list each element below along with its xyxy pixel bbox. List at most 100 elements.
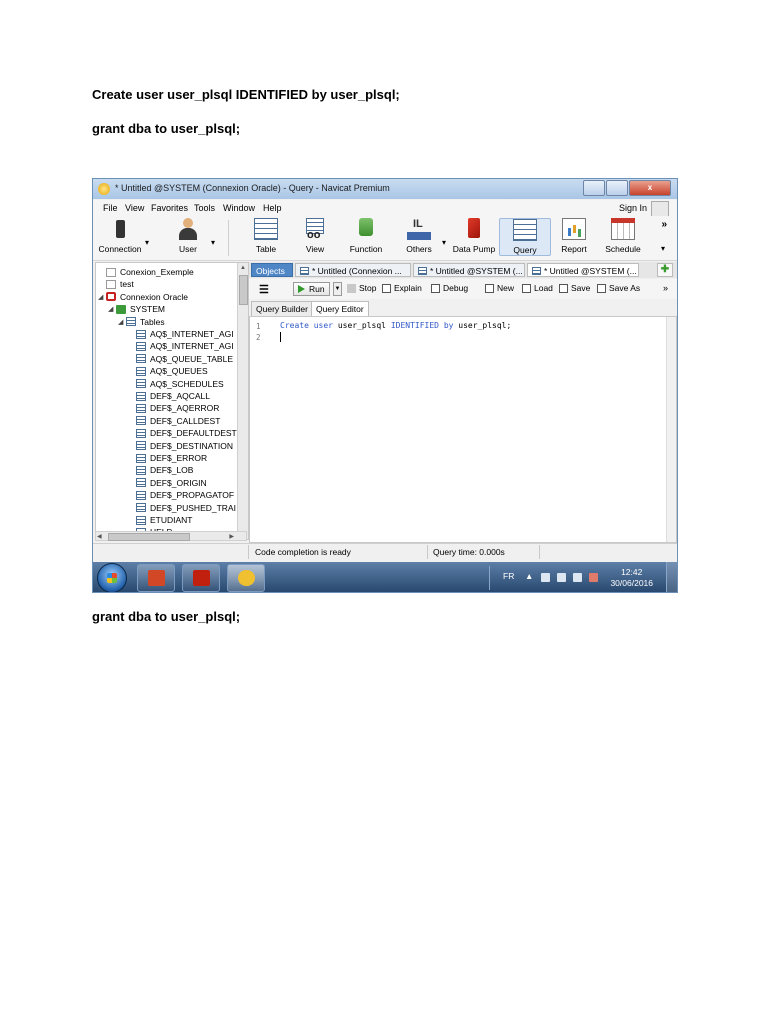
tree-item[interactable]: ETUDIANT [128, 514, 193, 526]
scroll-up-icon[interactable]: ▲ [240, 265, 246, 271]
scroll-left-icon[interactable]: ◀ [97, 533, 102, 540]
sign-in-link[interactable]: Sign In [619, 203, 647, 213]
debug-icon [431, 283, 440, 293]
expand-arrow-icon[interactable]: ◢ [118, 318, 126, 326]
tab-query-builder[interactable]: Query Builder [251, 301, 313, 316]
tray-separator [489, 566, 490, 590]
sql-code-line-1[interactable]: Create user user_plsql IDENTIFIED by use… [280, 321, 511, 330]
maximize-button[interactable] [606, 180, 628, 196]
others-dropdown-icon[interactable]: ▾ [442, 238, 446, 247]
toolbar-table-button[interactable]: Table [241, 218, 291, 254]
menu-window[interactable]: Window [223, 203, 255, 213]
toolbar-report-button[interactable]: Report [549, 218, 599, 254]
menu-file[interactable]: File [103, 203, 118, 213]
tab-objects[interactable]: Objects [251, 263, 293, 277]
save-as-button[interactable]: Save As [597, 283, 640, 293]
minimize-button[interactable] [583, 180, 605, 196]
tree-item[interactable]: DEF$_PROPAGATOF [128, 489, 234, 501]
toolbar-data-pump-button[interactable]: Data Pump [449, 218, 499, 254]
taskbar-navicat[interactable] [227, 564, 265, 592]
tree-item[interactable]: Conexion_Exemple [98, 266, 194, 278]
menu-help[interactable]: Help [263, 203, 282, 213]
taskbar-clock[interactable]: 12:42 30/06/2016 [610, 567, 653, 589]
tray-flag-icon[interactable] [541, 573, 550, 582]
status-code-completion: Code completion is ready [255, 547, 351, 557]
run-button[interactable]: Run [293, 282, 330, 296]
scrollbar-thumb[interactable] [239, 275, 248, 305]
tree-item[interactable]: DEF$_LOB [128, 464, 193, 476]
menu-favorites[interactable]: Favorites [151, 203, 188, 213]
sql-identifier: user_plsql; [458, 321, 512, 330]
language-indicator[interactable]: FR [503, 571, 514, 581]
stop-button[interactable]: Stop [347, 283, 377, 293]
tree-horizontal-scrollbar[interactable]: ◀ ▶ [95, 531, 247, 541]
tree-item[interactable]: ◢ Tables [118, 316, 165, 328]
tree-item[interactable]: AQ$_QUEUE_TABLE [128, 353, 233, 365]
tray-network-icon[interactable] [557, 573, 566, 582]
tree-item[interactable]: DEF$_PUSHED_TRAI [128, 502, 236, 514]
sql-keyword: by [443, 321, 454, 330]
explain-button[interactable]: Explain [382, 283, 422, 293]
close-button[interactable]: x [629, 180, 671, 196]
toolbar-query-button[interactable]: Query [499, 218, 551, 256]
tree-item[interactable]: AQ$_INTERNET_AGI [128, 328, 234, 340]
table-icon [136, 490, 146, 500]
connection-dropdown-icon[interactable]: ▾ [145, 238, 149, 247]
tree-item[interactable]: AQ$_SCHEDULES [128, 378, 224, 390]
run-dropdown-icon[interactable]: ▼ [333, 282, 342, 296]
table-icon [136, 453, 146, 463]
tab-untitled-connexion[interactable]: * Untitled (Connexion ... [295, 263, 411, 277]
scroll-right-icon[interactable]: ▶ [229, 533, 234, 540]
tree-item[interactable]: DEF$_AQCALL [128, 390, 210, 402]
taskbar-powerpoint[interactable] [137, 564, 175, 592]
show-desktop-button[interactable] [666, 562, 677, 592]
expand-arrow-icon[interactable]: ◢ [108, 305, 116, 313]
save-button[interactable]: Save [559, 283, 590, 293]
toolbar-overflow-icon[interactable]: ▾ [661, 244, 665, 253]
expand-arrow-icon[interactable]: ◢ [98, 293, 106, 301]
tree-item[interactable]: DEF$_DESTINATION [128, 440, 233, 452]
tab-query-editor[interactable]: Query Editor [311, 301, 369, 316]
debug-button[interactable]: Debug [431, 283, 468, 293]
tree-item[interactable]: AQ$_INTERNET_AGI [128, 340, 234, 352]
tab-untitled-system-2[interactable]: * Untitled @SYSTEM (... [527, 263, 639, 277]
toolbar-user-button[interactable]: User [163, 218, 213, 254]
toolbar-others-button[interactable]: Others [394, 218, 444, 254]
tray-volume-icon[interactable] [589, 573, 598, 582]
tree-item[interactable]: DEF$_ORIGIN [128, 477, 207, 489]
tree-item[interactable]: DEF$_ERROR [128, 452, 207, 464]
toolbar-view-button[interactable]: View [290, 218, 340, 254]
tree-item-label: AQ$_QUEUES [150, 366, 208, 377]
query-editor[interactable]: 1 2 Create user user_plsql IDENTIFIED by… [249, 316, 677, 543]
tree-item[interactable]: ◢ Connexion Oracle [98, 291, 188, 303]
menu-tools[interactable]: Tools [194, 203, 215, 213]
toolbar-connection-button[interactable]: Connection [95, 218, 145, 254]
status-query-time: Query time: 0.000s [433, 547, 505, 557]
tray-expand-icon[interactable]: ▲ [525, 571, 533, 581]
tab-untitled-system-1[interactable]: * Untitled @SYSTEM (... [413, 263, 525, 277]
tree-item[interactable]: AQ$_QUEUES [128, 365, 208, 377]
tree-item[interactable]: ◢ SYSTEM [108, 303, 165, 315]
toolbar-label: Data Pump [452, 244, 496, 254]
taskbar-acrobat[interactable] [182, 564, 220, 592]
start-button-icon[interactable] [97, 563, 127, 592]
tree-item-label: DEF$_PROPAGATOF [150, 490, 235, 501]
load-button[interactable]: Load [522, 283, 553, 293]
toolbar-schedule-button[interactable]: Schedule [598, 218, 648, 254]
editor-scrollbar[interactable] [666, 317, 676, 542]
menu-view[interactable]: View [125, 203, 144, 213]
new-tab-icon[interactable]: ✚ [657, 263, 673, 277]
query-toolbar-more-icon[interactable]: » [663, 283, 668, 293]
user-dropdown-icon[interactable]: ▾ [211, 238, 215, 247]
new-button[interactable]: New [485, 283, 514, 293]
menu-hamburger-icon[interactable]: ☰ [259, 283, 269, 296]
tree-item[interactable]: DEF$_AQERROR [128, 402, 219, 414]
scrollbar-thumb[interactable] [108, 533, 190, 541]
tray-monitor-icon[interactable] [573, 573, 582, 582]
tree-vertical-scrollbar[interactable]: ▲ ▼ [237, 263, 248, 539]
tree-item[interactable]: test [98, 278, 134, 290]
tree-item[interactable]: DEF$_DEFAULTDEST [128, 427, 237, 439]
toolbar-function-button[interactable]: Function [341, 218, 391, 254]
toolbar-more-chevron-icon[interactable]: » [661, 219, 667, 230]
tree-item[interactable]: DEF$_CALLDEST [128, 415, 220, 427]
